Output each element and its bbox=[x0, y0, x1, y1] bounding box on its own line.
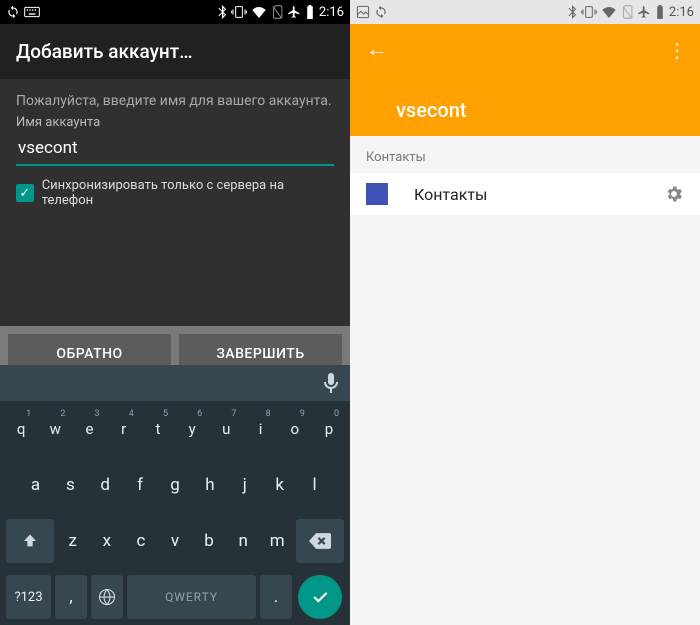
key-j[interactable]: j bbox=[229, 463, 260, 507]
space-key[interactable]: QWERTY bbox=[127, 575, 256, 619]
overflow-menu-icon[interactable]: ⋮ bbox=[667, 38, 686, 62]
airplane-icon bbox=[637, 5, 651, 19]
no-sim-icon bbox=[271, 5, 283, 19]
clock-text: 2:16 bbox=[319, 5, 344, 20]
key-f[interactable]: f bbox=[125, 463, 156, 507]
airplane-icon bbox=[287, 5, 301, 19]
keyboard-toolbar bbox=[0, 365, 350, 401]
period-key[interactable]: . bbox=[260, 575, 292, 619]
wifi-icon bbox=[601, 6, 617, 18]
gear-icon[interactable] bbox=[664, 184, 684, 204]
key-h[interactable]: h bbox=[194, 463, 225, 507]
keyboard-row-1: 1q2w3e4r5t6y7u8i9o0p bbox=[0, 401, 350, 457]
field-label: Имя аккаунта bbox=[16, 115, 334, 130]
sync-checkbox-row[interactable]: ✓ Синхронизировать только с сервера на т… bbox=[16, 178, 334, 208]
item-label: Контакты bbox=[414, 185, 664, 204]
vibrate-icon bbox=[581, 5, 597, 19]
key-d[interactable]: d bbox=[90, 463, 121, 507]
sync-icon bbox=[374, 5, 388, 19]
sync-icon bbox=[6, 5, 20, 19]
phone-left-screen: 2:16 Добавить аккаунт… Пожалуйста, введи… bbox=[0, 0, 350, 625]
key-a[interactable]: a bbox=[20, 463, 51, 507]
key-e[interactable]: 3e bbox=[74, 407, 104, 451]
shift-key[interactable] bbox=[6, 519, 54, 563]
screen-title: Добавить аккаунт… bbox=[0, 24, 350, 79]
keyboard-row-4: ?123 , QWERTY . bbox=[0, 569, 350, 625]
key-t[interactable]: 5t bbox=[143, 407, 173, 451]
no-sim-icon bbox=[621, 5, 633, 19]
keyboard-status-icon bbox=[24, 6, 40, 18]
key-q[interactable]: 1q bbox=[6, 407, 36, 451]
enter-key[interactable] bbox=[298, 575, 342, 619]
mic-icon[interactable] bbox=[324, 373, 338, 393]
key-m[interactable]: m bbox=[262, 519, 292, 563]
key-b[interactable]: b bbox=[194, 519, 224, 563]
key-s[interactable]: s bbox=[55, 463, 86, 507]
wifi-icon bbox=[251, 6, 267, 18]
checkbox-label: Синхронизировать только с сервера на тел… bbox=[42, 178, 334, 208]
key-g[interactable]: g bbox=[160, 463, 191, 507]
key-u[interactable]: 7u bbox=[211, 407, 241, 451]
key-l[interactable]: l bbox=[299, 463, 330, 507]
account-name-input[interactable] bbox=[16, 134, 334, 166]
contacts-list-item[interactable]: Контакты bbox=[350, 173, 700, 215]
status-bar: 2:16 bbox=[0, 0, 350, 24]
screenshot-icon bbox=[356, 5, 370, 19]
key-w[interactable]: 2w bbox=[40, 407, 70, 451]
key-z[interactable]: z bbox=[58, 519, 88, 563]
instruction-text: Пожалуйста, введите имя для вашего аккау… bbox=[16, 93, 334, 109]
key-k[interactable]: k bbox=[264, 463, 295, 507]
bluetooth-icon bbox=[567, 5, 577, 19]
backspace-key[interactable] bbox=[296, 519, 344, 563]
key-y[interactable]: 6y bbox=[177, 407, 207, 451]
phone-right-screen: 2:16 ← ⋮ vsecont Контакты Контакты bbox=[350, 0, 700, 625]
key-x[interactable]: x bbox=[92, 519, 122, 563]
globe-key[interactable] bbox=[91, 575, 123, 619]
battery-icon bbox=[655, 5, 665, 19]
key-p[interactable]: 0p bbox=[314, 407, 344, 451]
soft-keyboard: 1q2w3e4r5t6y7u8i9o0p asdfghjkl zxcvbnm ?… bbox=[0, 365, 350, 625]
key-c[interactable]: c bbox=[126, 519, 156, 563]
clock-text: 2:16 bbox=[669, 5, 694, 20]
bluetooth-icon bbox=[217, 5, 227, 19]
key-r[interactable]: 4r bbox=[109, 407, 139, 451]
symbols-key[interactable]: ?123 bbox=[6, 575, 51, 619]
comma-key[interactable]: , bbox=[55, 575, 87, 619]
keyboard-row-3: zxcvbnm bbox=[0, 513, 350, 569]
section-label: Контакты bbox=[350, 136, 700, 173]
app-header: ← ⋮ vsecont bbox=[350, 24, 700, 136]
status-bar: 2:16 bbox=[350, 0, 700, 24]
key-i[interactable]: 8i bbox=[245, 407, 275, 451]
keyboard-row-2: asdfghjkl bbox=[0, 457, 350, 513]
content-area: Пожалуйста, введите имя для вашего аккау… bbox=[0, 79, 350, 208]
key-n[interactable]: n bbox=[228, 519, 258, 563]
account-color-box bbox=[366, 183, 388, 205]
key-o[interactable]: 9o bbox=[280, 407, 310, 451]
vibrate-icon bbox=[231, 5, 247, 19]
key-v[interactable]: v bbox=[160, 519, 190, 563]
checkbox-checked-icon: ✓ bbox=[16, 184, 34, 202]
account-title: vsecont bbox=[396, 98, 467, 122]
battery-icon bbox=[305, 5, 315, 19]
back-arrow-icon[interactable]: ← bbox=[366, 37, 388, 62]
